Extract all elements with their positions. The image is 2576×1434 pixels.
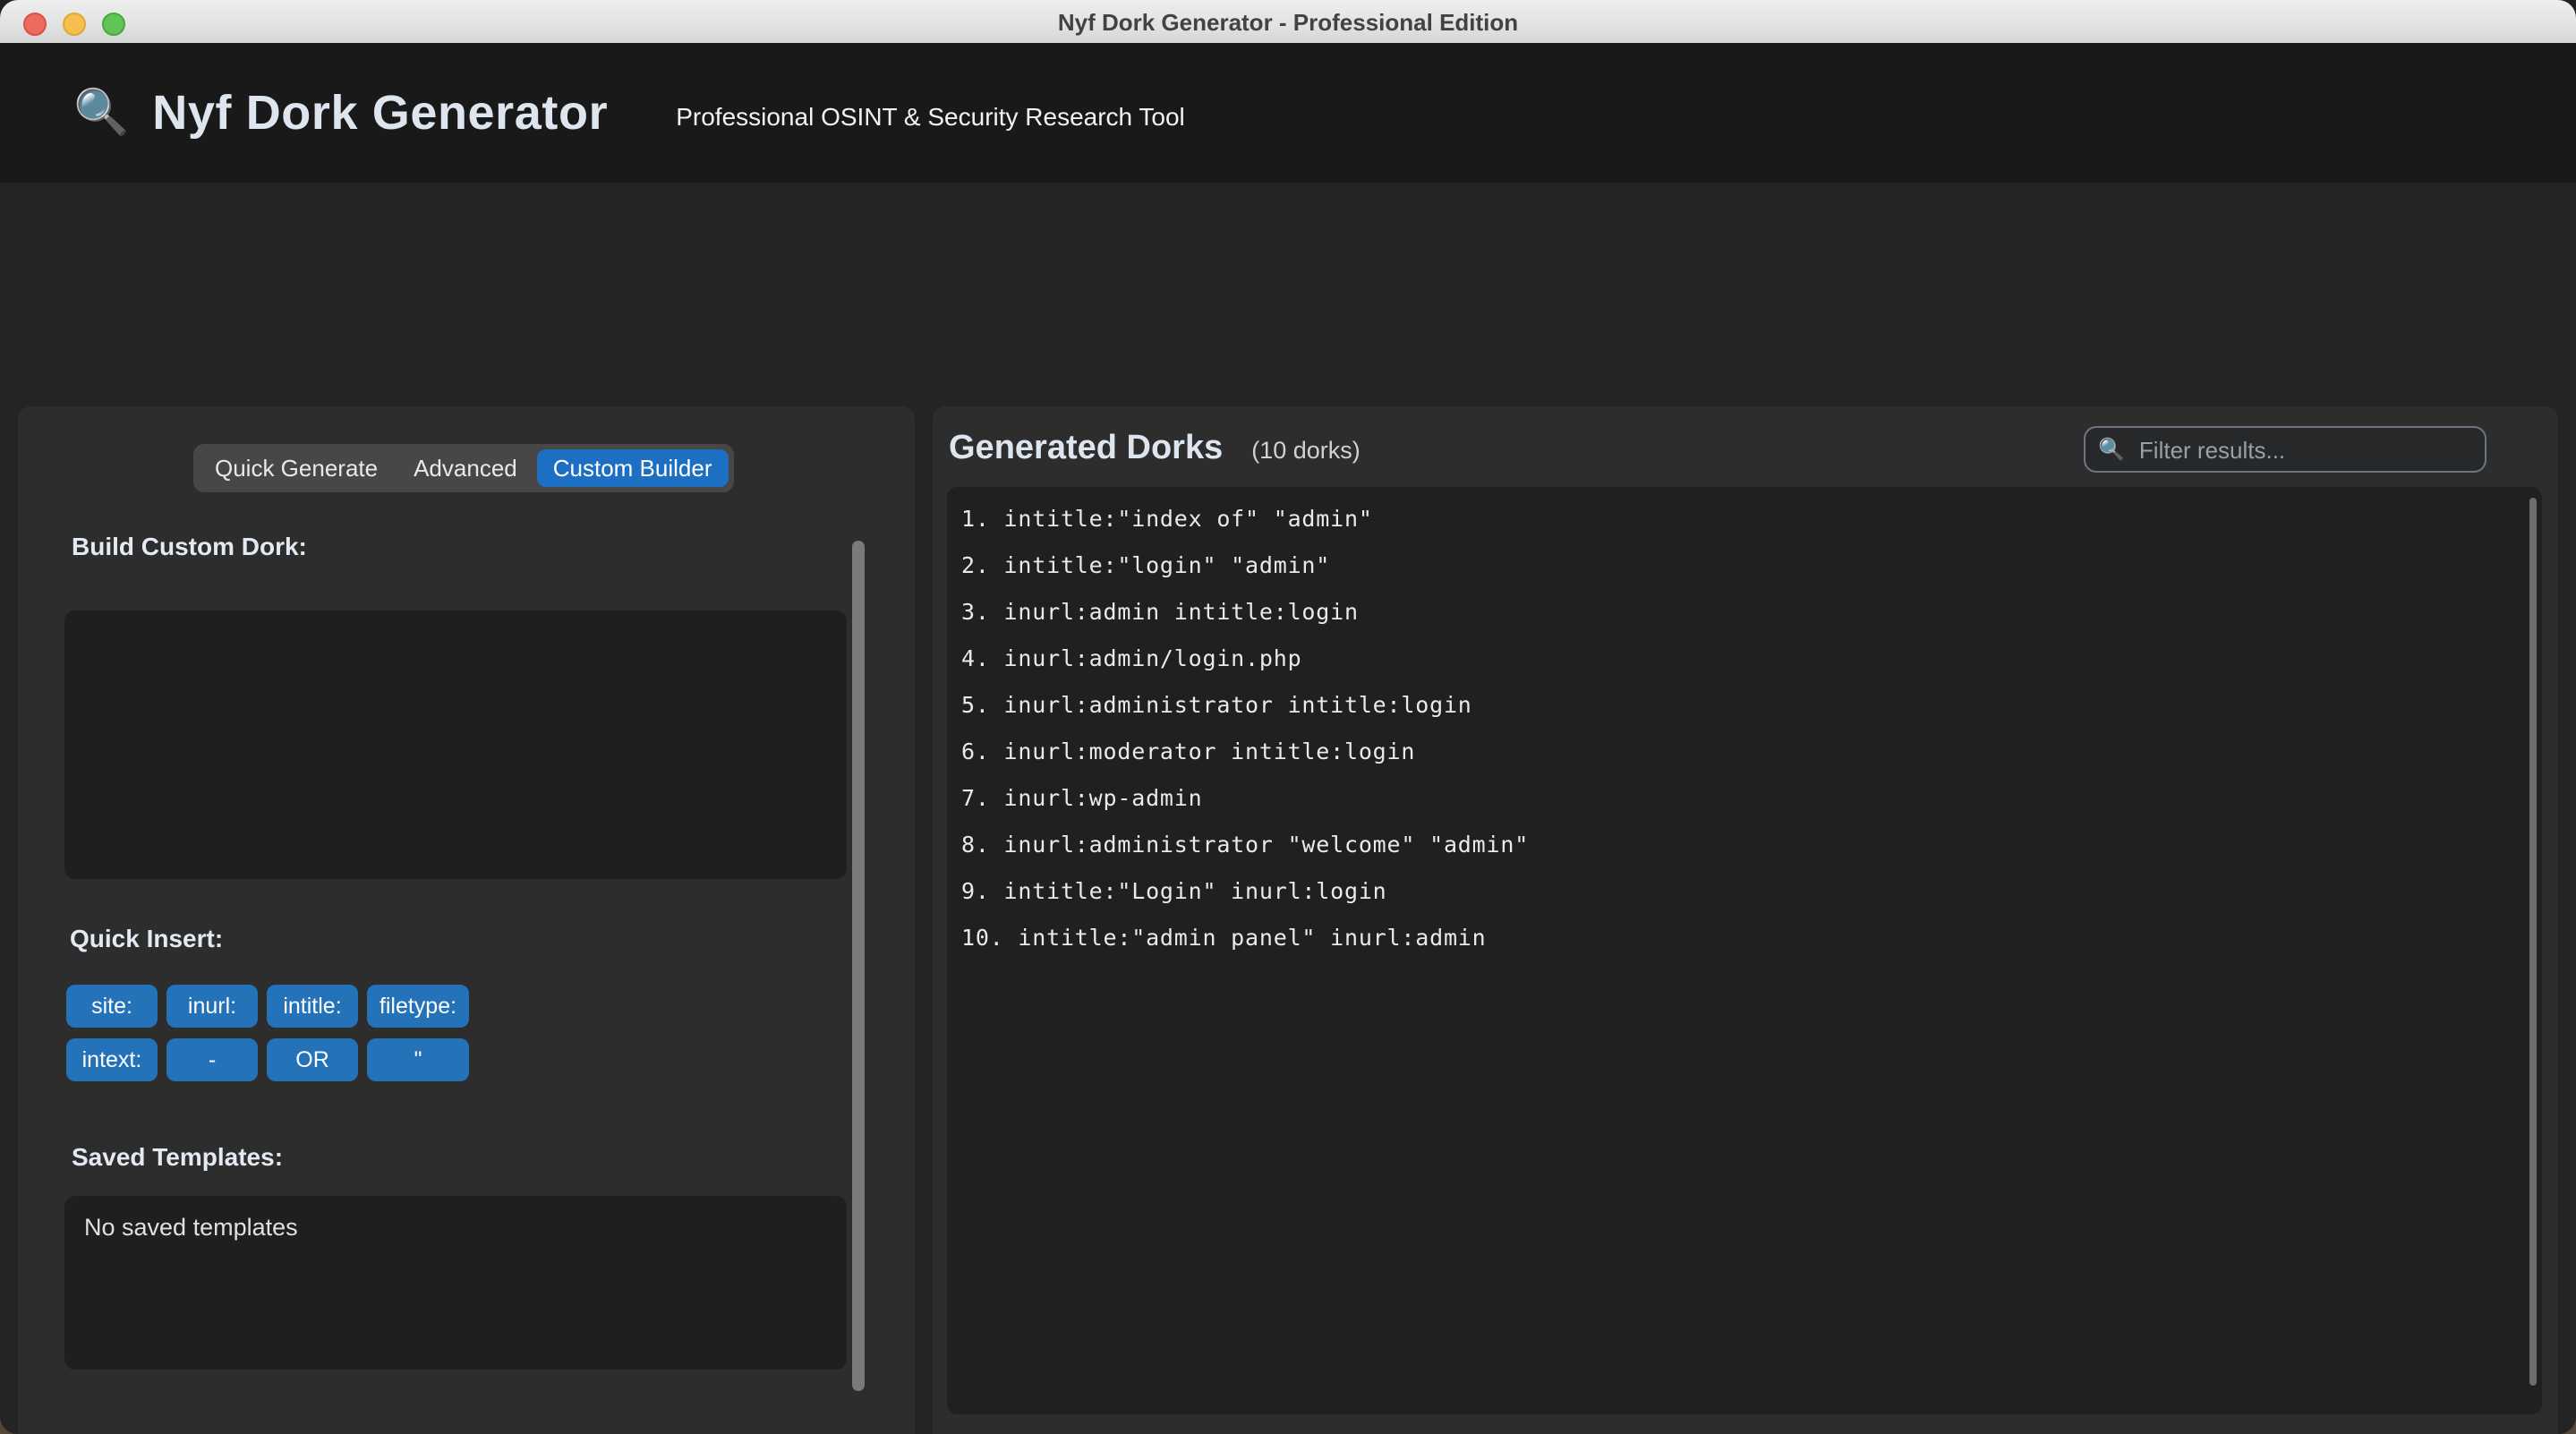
dork-line: 7. inurl:wp-admin	[947, 775, 2542, 822]
app-header: 🔍 Nyf Dork Generator Professional OSINT …	[0, 43, 2576, 183]
app-window: Nyf Dork Generator - Professional Editio…	[0, 0, 2576, 1434]
dork-line: 9. intitle:"Login" inurl:login	[947, 868, 2542, 915]
app-subtitle: Professional OSINT & Security Research T…	[676, 101, 1185, 130]
dork-count-badge: (10 dorks)	[1251, 437, 1361, 464]
quick-insert-or-button[interactable]: OR	[267, 1038, 358, 1081]
main-area: Quick Generate Advanced Custom Builder B…	[0, 183, 2576, 1434]
no-saved-templates-text: No saved templates	[64, 1196, 847, 1241]
app-title: Nyf Dork Generator	[152, 85, 608, 141]
search-icon: 🔍	[2098, 439, 2125, 460]
quick-insert-filetype-button[interactable]: filetype:	[367, 985, 469, 1028]
tab-quick-generate[interactable]: Quick Generate	[199, 449, 394, 487]
dork-line: 2. intitle:"login" "admin"	[947, 542, 2542, 589]
filter-field: 🔍	[2084, 426, 2486, 473]
tab-advanced[interactable]: Advanced	[397, 449, 533, 487]
builder-panel-scrollbar[interactable]	[852, 541, 864, 1391]
filter-input[interactable]	[2136, 434, 2465, 465]
dork-list-scrollbar[interactable]	[2529, 498, 2537, 1386]
custom-dork-textarea[interactable]	[64, 610, 847, 879]
window-title: Nyf Dork Generator - Professional Editio…	[1058, 8, 1518, 35]
dork-line: 8. inurl:administrator "welcome" "admin"	[947, 822, 2542, 868]
tab-bar: Quick Generate Advanced Custom Builder	[193, 444, 734, 492]
dork-line: 10. intitle:"admin panel" inurl:admin	[947, 915, 2542, 961]
quick-insert-inurl-button[interactable]: inurl:	[166, 985, 258, 1028]
window-titlebar[interactable]: Nyf Dork Generator - Professional Editio…	[0, 0, 2576, 45]
dork-line: 4. inurl:admin/login.php	[947, 636, 2542, 682]
tab-custom-builder[interactable]: Custom Builder	[537, 449, 729, 487]
magnifier-icon: 🔍	[73, 90, 129, 135]
minimize-button[interactable]	[63, 12, 86, 35]
quick-insert-quote-button[interactable]: "	[367, 1038, 469, 1081]
dork-line: 5. inurl:administrator intitle:login	[947, 682, 2542, 729]
quick-insert-minus-button[interactable]: -	[166, 1038, 258, 1081]
close-button[interactable]	[23, 12, 47, 35]
maximize-button[interactable]	[102, 12, 125, 35]
quick-insert-site-button[interactable]: site:	[66, 985, 158, 1028]
saved-templates-list[interactable]: No saved templates	[64, 1196, 847, 1370]
dork-line: 6. inurl:moderator intitle:login	[947, 729, 2542, 775]
builder-panel: Quick Generate Advanced Custom Builder B…	[18, 406, 915, 1434]
desktop-background: Nyf Dork Generator - Professional Editio…	[0, 0, 2576, 1434]
dork-list[interactable]: 1. intitle:"index of" "admin"2. intitle:…	[947, 487, 2542, 1414]
quick-insert-intext-button[interactable]: intext:	[66, 1038, 158, 1081]
quick-insert-label: Quick Insert:	[70, 924, 223, 952]
saved-templates-label: Saved Templates:	[72, 1142, 283, 1171]
quick-insert-intitle-button[interactable]: intitle:	[267, 985, 358, 1028]
build-custom-dork-label: Build Custom Dork:	[72, 532, 307, 560]
generated-dorks-title: Generated Dorks	[949, 430, 1223, 469]
dork-line: 1. intitle:"index of" "admin"	[947, 496, 2542, 542]
dork-line: 3. inurl:admin intitle:login	[947, 589, 2542, 636]
